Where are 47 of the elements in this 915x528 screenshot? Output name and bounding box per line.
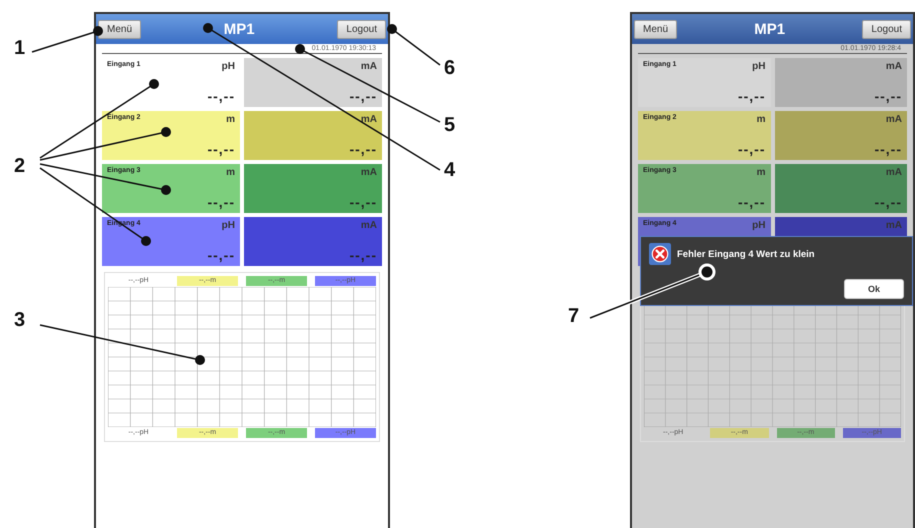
reading-value: --,-- <box>207 247 235 263</box>
reading-value: --,-- <box>738 194 766 210</box>
unit-label: m <box>756 167 766 178</box>
unit-label: mA <box>360 114 377 125</box>
reading-value: --,-- <box>349 247 377 263</box>
unit-label: mA <box>360 61 377 72</box>
reading-value: --,-- <box>207 141 235 157</box>
screen-title: MP1 <box>224 20 255 38</box>
reading-value: --,-- <box>738 141 766 157</box>
logout-button[interactable]: Logout <box>337 20 386 38</box>
callout-number: 2 <box>14 156 26 176</box>
unit-label: pH <box>222 61 235 72</box>
reading-value: --,-- <box>874 88 902 104</box>
unit-label: mA <box>886 61 902 72</box>
menu-button[interactable]: Menü <box>98 20 142 38</box>
error-icon <box>649 243 671 265</box>
callout-number: 3 <box>14 310 26 330</box>
callout-number: 5 <box>444 115 456 135</box>
ok-button[interactable]: Ok <box>844 279 904 299</box>
unit-label: mA <box>886 114 902 125</box>
leader-line <box>32 26 103 53</box>
error-message: Fehler Eingang 4 Wert zu klein <box>677 248 815 260</box>
unit-label: mA <box>360 167 377 178</box>
reading-value: --,-- <box>349 88 377 104</box>
unit-label: pH <box>222 220 235 231</box>
callout-number: 4 <box>444 160 456 180</box>
unit-label: pH <box>752 61 766 72</box>
unit-label: m <box>226 114 235 125</box>
unit-label: m <box>756 114 766 125</box>
reading-value: --,-- <box>349 141 377 157</box>
unit-label: pH <box>752 220 766 231</box>
menu-button[interactable]: Menü <box>634 20 678 38</box>
unit-label: m <box>226 167 235 178</box>
screen-title: MP1 <box>754 20 786 38</box>
reading-value: --,-- <box>207 194 235 210</box>
reading-value: --,-- <box>874 194 902 210</box>
reading-value: --,-- <box>349 194 377 210</box>
callout-number: 1 <box>14 38 26 58</box>
unit-label: mA <box>886 220 902 231</box>
logout-button[interactable]: Logout <box>862 20 911 38</box>
unit-label: mA <box>360 220 377 231</box>
callout-number: 7 <box>568 306 580 326</box>
reading-value: --,-- <box>207 88 235 104</box>
reading-value: --,-- <box>874 141 902 157</box>
unit-label: mA <box>886 167 902 178</box>
callout-number: 6 <box>444 58 456 78</box>
reading-value: --,-- <box>738 88 766 104</box>
